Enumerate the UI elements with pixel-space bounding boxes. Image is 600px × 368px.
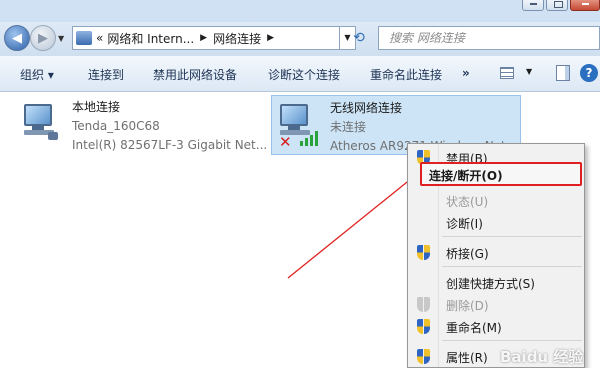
address-row: ◀ ▶ ▼ « 网络和 Intern... ▶ 网络连接 ▶ ▼ ⟲ 搜索 网络… [0, 22, 600, 56]
menu-item-diagnose[interactable]: 诊断(I) [408, 212, 584, 234]
menu-separator [442, 236, 582, 237]
recent-pages-dropdown[interactable]: ▼ [58, 34, 64, 43]
breadcrumb-chevron-icon[interactable]: ▶ [267, 33, 274, 43]
preview-pane-icon[interactable] [556, 65, 570, 81]
minimize-button[interactable] [522, 0, 544, 11]
context-menu: 禁用(B) 连接/断开(O) 状态(U) 诊断(I) 桥接(G) 创建快捷方式(… [407, 143, 585, 368]
menu-item-delete: 删除(D) [408, 294, 584, 316]
close-button[interactable] [570, 0, 600, 11]
menu-item-status: 状态(U) [446, 195, 489, 209]
uac-shield-icon [417, 245, 430, 260]
disable-device-button[interactable]: 禁用此网络设备 [153, 66, 237, 83]
menu-item-bridge[interactable]: 桥接(G) [408, 242, 584, 264]
arrow-left-icon: ◀ [12, 30, 22, 46]
uac-shield-icon [417, 319, 430, 334]
connection-name: 无线网络连接 [330, 101, 403, 115]
rename-button[interactable]: 重命名此连接 [370, 66, 442, 83]
forward-button[interactable]: ▶ [30, 25, 56, 51]
refresh-icon[interactable]: ⟲ [348, 28, 370, 48]
menu-item-connect-disconnect[interactable]: 连接/断开(O) [408, 164, 584, 186]
uac-shield-icon [417, 349, 430, 364]
menu-item-rename[interactable]: 重命名(M) [408, 316, 584, 338]
signal-bars-icon [300, 130, 322, 146]
arrow-right-icon: ▶ [38, 30, 48, 46]
connect-to-button[interactable]: 连接到 [88, 66, 124, 83]
disconnected-x-icon: ✕ [279, 133, 292, 151]
command-bar: 组织 ▾ 连接到 禁用此网络设备 诊断这个连接 重命名此连接 » ▼ ? [0, 56, 600, 92]
more-commands-button[interactable]: » [462, 66, 470, 80]
connection-adapter: Intel(R) 82567LF-3 Gigabit Net... [72, 138, 268, 152]
change-view-icon[interactable] [500, 67, 514, 79]
connection-name: 本地连接 [72, 100, 121, 114]
address-overflow[interactable]: « [96, 31, 103, 45]
organize-menu[interactable]: 组织 ▾ [20, 66, 54, 83]
back-button[interactable]: ◀ [4, 25, 30, 51]
window-title-bar [0, 0, 600, 22]
maximize-button[interactable] [546, 0, 568, 11]
view-options-dropdown[interactable]: ▼ [526, 67, 532, 76]
connection-status: 未连接 [330, 120, 367, 134]
menu-item-create-shortcut[interactable]: 创建快捷方式(S) [408, 272, 584, 294]
network-computer-icon [20, 102, 64, 142]
menu-separator [442, 340, 582, 341]
baidu-watermark-logo: Baidu 经验 [500, 348, 584, 366]
breadcrumb-network-connections[interactable]: 网络连接 [213, 30, 261, 47]
help-icon[interactable]: ? [580, 64, 598, 82]
diagnose-button[interactable]: 诊断这个连接 [268, 66, 340, 83]
breadcrumb-network-internet[interactable]: 网络和 Intern... [107, 30, 194, 47]
connection-local-area[interactable]: 本地连接 Tenda_160C68 Intel(R) 82567LF-3 Gig… [18, 98, 268, 154]
menu-separator [442, 266, 582, 267]
breadcrumb-chevron-icon[interactable]: ▶ [200, 33, 207, 43]
uac-shield-icon [417, 297, 430, 312]
control-panel-icon [76, 31, 92, 45]
connection-network: Tenda_160C68 [72, 119, 160, 133]
address-bar[interactable]: « 网络和 Intern... ▶ 网络连接 ▶ [72, 26, 340, 50]
search-input[interactable]: 搜索 网络连接 [378, 26, 600, 50]
